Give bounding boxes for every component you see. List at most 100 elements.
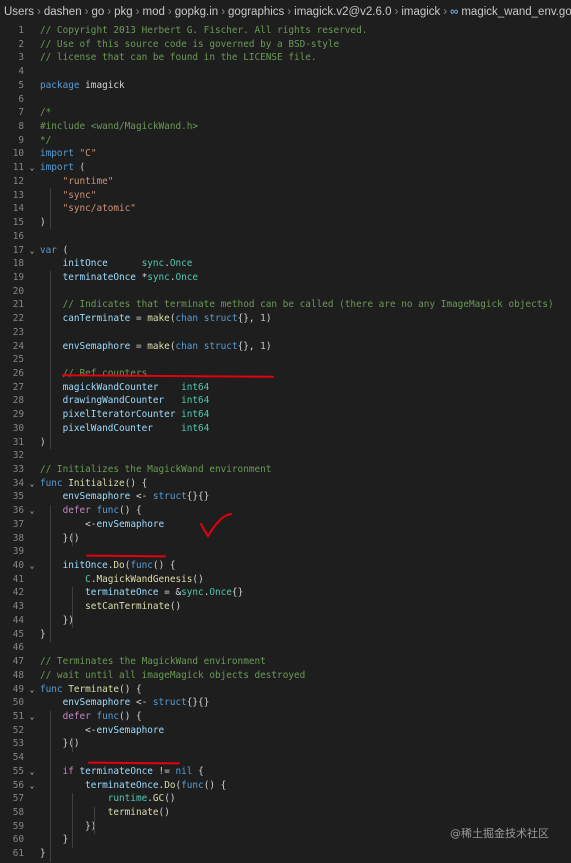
line-number: 3	[18, 52, 24, 64]
code-line[interactable]: 52 <-envSemaphore	[0, 724, 571, 738]
code-line[interactable]: 25	[0, 353, 571, 367]
code-line[interactable]: 47 // Terminates the MagickWand environm…	[0, 655, 571, 669]
code-line[interactable]: 54	[0, 751, 571, 765]
breadcrumb-item[interactable]: imagick	[401, 6, 440, 18]
line-number: 7	[18, 107, 24, 119]
gutter-space	[24, 394, 40, 408]
code-line[interactable]: 11 ⌄ import (	[0, 161, 571, 175]
breadcrumb-item[interactable]: Users	[4, 6, 34, 18]
gutter-space	[24, 24, 40, 38]
breadcrumb-item[interactable]: gopkg.in	[175, 6, 218, 18]
code-line[interactable]: 38 }()	[0, 532, 571, 546]
code-editor[interactable]: 1 // Copyright 2013 Herbert G. Fischer. …	[0, 24, 571, 862]
code-line[interactable]: 13 "sync"	[0, 189, 571, 203]
check-mark-annotation	[200, 513, 232, 538]
line-number: 29	[12, 409, 24, 421]
code-line[interactable]: 8 #include <wand/MagickWand.h>	[0, 120, 571, 134]
code-line[interactable]: 42 terminateOnce = &sync.Once{}	[0, 586, 571, 600]
gutter-space	[24, 436, 40, 450]
code-line[interactable]: 16	[0, 230, 571, 244]
breadcrumb-item[interactable]: go	[91, 6, 104, 18]
code-line[interactable]: 56 ⌄ terminateOnce.Do(func() {	[0, 779, 571, 793]
gutter-space	[24, 147, 40, 161]
fold-chevron-icon[interactable]: ⌄	[24, 765, 40, 779]
code-line[interactable]: 36 ⌄ defer func() {	[0, 504, 571, 518]
code-line[interactable]: 10 import "C"	[0, 147, 571, 161]
code-line[interactable]: 15 )	[0, 216, 571, 230]
code-token: =	[130, 313, 148, 325]
code-line[interactable]: 46	[0, 641, 571, 655]
gutter-space	[24, 93, 40, 107]
fold-chevron-icon[interactable]: ⌄	[24, 710, 40, 724]
code-line[interactable]: 50 envSemaphore <- struct{}{}	[0, 696, 571, 710]
code-line[interactable]: 48 // wait until all imageMagick objects…	[0, 669, 571, 683]
breadcrumb-item[interactable]: imagick.v2@v2.6.0	[294, 6, 391, 18]
code-line[interactable]: 19 terminateOnce *sync.Once	[0, 271, 571, 285]
breadcrumb-item[interactable]: pkg	[114, 6, 133, 18]
fold-chevron-icon[interactable]: ⌄	[24, 161, 40, 175]
code-line[interactable]: 43 setCanTerminate()	[0, 600, 571, 614]
fold-chevron-icon[interactable]: ⌄	[24, 504, 40, 518]
code-line[interactable]: 20	[0, 285, 571, 299]
gutter-space	[24, 518, 40, 532]
code-token: }()	[40, 532, 80, 544]
code-line[interactable]: 6	[0, 93, 571, 107]
code-line[interactable]: 39	[0, 545, 571, 559]
fold-chevron-icon[interactable]: ⌄	[24, 244, 40, 258]
code-line[interactable]: 5 package imagick	[0, 79, 571, 93]
fold-chevron-icon[interactable]: ⌄	[24, 779, 40, 793]
code-line[interactable]: 22 canTerminate = make(chan struct{}, 1)	[0, 312, 571, 326]
code-line[interactable]: 37 <-envSemaphore	[0, 518, 571, 532]
gutter-space	[24, 326, 40, 340]
code-line[interactable]: 57 runtime.GC()	[0, 792, 571, 806]
code-line[interactable]: 17 ⌄ var (	[0, 244, 571, 258]
code-token: Do	[164, 779, 176, 791]
code-line[interactable]: 61 }	[0, 847, 571, 861]
code-line[interactable]: 58 terminate()	[0, 806, 571, 820]
breadcrumb-item[interactable]: gographics	[228, 6, 284, 18]
code-token: nil	[175, 765, 193, 777]
code-line[interactable]: 35 envSemaphore <- struct{}{}	[0, 490, 571, 504]
code-line[interactable]: 12 "runtime"	[0, 175, 571, 189]
code-line[interactable]: 31 )	[0, 436, 571, 450]
code-line[interactable]: 44 })	[0, 614, 571, 628]
breadcrumb-item[interactable]: dashen	[44, 6, 82, 18]
code-line[interactable]: 34 ⌄ func Initialize() {	[0, 477, 571, 491]
code-line[interactable]: 40 ⌄ initOnce.Do(func() {	[0, 559, 571, 573]
code-line[interactable]: 45 }	[0, 628, 571, 642]
code-line[interactable]: 1 // Copyright 2013 Herbert G. Fischer. …	[0, 24, 571, 38]
fold-chevron-icon[interactable]: ⌄	[24, 477, 40, 491]
code-line[interactable]: 27 magickWandCounter int64	[0, 381, 571, 395]
fold-chevron-icon[interactable]: ⌄	[24, 683, 40, 697]
fold-chevron-icon[interactable]: ⌄	[24, 559, 40, 573]
breadcrumb-file[interactable]: magick_wand_env.go	[461, 6, 571, 18]
code-line[interactable]: 18 initOnce sync.Once	[0, 257, 571, 271]
code-line[interactable]: 41 C.MagickWandGenesis()	[0, 573, 571, 587]
code-line[interactable]: 9 */	[0, 134, 571, 148]
code-line[interactable]: 14 "sync/atomic"	[0, 202, 571, 216]
code-line[interactable]: 21 // Indicates that terminate method ca…	[0, 298, 571, 312]
code-line[interactable]: 23	[0, 326, 571, 340]
code-line[interactable]: 55 ⌄ if terminateOnce != nil {	[0, 765, 571, 779]
code-line[interactable]: 30 pixelWandCounter int64	[0, 422, 571, 436]
code-line[interactable]: 28 drawingWandCounter int64	[0, 394, 571, 408]
code-line[interactable]: 53 }()	[0, 737, 571, 751]
code-line[interactable]: 3 // license that can be found in the LI…	[0, 51, 571, 65]
code-line[interactable]: 7 /*	[0, 106, 571, 120]
breadcrumb-item[interactable]: mod	[142, 6, 164, 18]
code-line[interactable]: 51 ⌄ defer func() {	[0, 710, 571, 724]
code-token: struct	[203, 340, 238, 352]
line-number: 36	[12, 505, 24, 517]
code-line[interactable]: 4	[0, 65, 571, 79]
code-line[interactable]: 24 envSemaphore = make(chan struct{}, 1)	[0, 340, 571, 354]
code-line[interactable]: 2 // Use of this source code is governed…	[0, 38, 571, 52]
code-line[interactable]: 33 // Initializes the MagickWand environ…	[0, 463, 571, 477]
line-number: 22	[12, 313, 24, 325]
code-token: /*	[40, 107, 52, 119]
code-line[interactable]: 49 ⌄ func Terminate() {	[0, 683, 571, 697]
code-line[interactable]: 32	[0, 449, 571, 463]
code-line[interactable]: 29 pixelIteratorCounter int64	[0, 408, 571, 422]
